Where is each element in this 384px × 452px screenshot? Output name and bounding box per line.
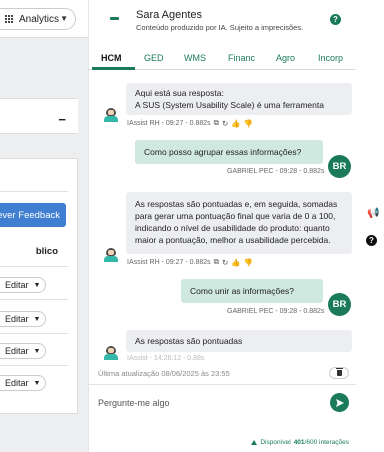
module-tabs: HCM GED WMS Financ Agro Incorp	[89, 50, 356, 70]
bot-avatar-icon	[103, 108, 119, 122]
user-message: Como posso agrupar essas informações?	[135, 140, 323, 164]
message-meta: IAssist RH - 09:27 - 0.882s ⧉ ↻ 👍 👎	[127, 118, 253, 128]
bot-message: Aqui está sua resposta: A SUS (System Us…	[126, 83, 352, 115]
minimize-icon[interactable]	[110, 17, 119, 20]
chevron-down-icon: ▼	[33, 379, 41, 387]
user-message: Como unir as informações?	[181, 279, 323, 303]
copy-icon[interactable]: ⧉	[214, 257, 219, 267]
tab-agro[interactable]: Agro	[276, 53, 295, 63]
message-meta-text: IAssist RH - 09:27 - 0.882s	[127, 258, 211, 266]
message-line: As respostas são pontuadas e, em seguida…	[135, 199, 338, 209]
message-line: As respostas são pontuadas	[135, 336, 243, 346]
chevron-down-icon: ▼	[33, 347, 41, 355]
tab-financ[interactable]: Financ	[228, 53, 255, 63]
message-line: indicando o nível de usabilidade do prod…	[135, 223, 330, 233]
chat-panel: Sara Agentes Conteúdo produzido por IA. …	[88, 0, 356, 452]
edit-button[interactable]: Editar ▼	[0, 375, 46, 391]
chevron-down-icon: ▼	[60, 14, 68, 23]
message-meta-text: IAssist RH - 09:27 - 0.882s	[127, 119, 211, 127]
bot-avatar-icon	[103, 248, 119, 262]
divider	[0, 333, 68, 334]
bot-avatar-icon	[103, 346, 119, 360]
message-meta: GABRIEL PEC - 09:28 - 0.882s	[227, 308, 325, 315]
collapse-icon[interactable]: −	[58, 112, 66, 127]
bot-message: As respostas são pontuadas	[126, 330, 352, 352]
thumbs-up-icon[interactable]: 👍	[231, 119, 240, 128]
background-app: Analytics ▼ − rever Feedback blico Edita…	[0, 0, 90, 452]
refresh-icon[interactable]: ↻	[222, 258, 228, 267]
chat-title: Sara Agentes	[136, 9, 203, 21]
send-icon	[335, 398, 344, 407]
copy-icon[interactable]: ⧉	[214, 118, 219, 128]
chat-messages[interactable]: Aqui está sua resposta: A SUS (System Us…	[89, 72, 356, 362]
message-meta: IAssist RH - 09:27 - 0.882s ⧉ ↻ 👍 👎	[127, 257, 253, 267]
trash-icon	[335, 368, 343, 376]
chevron-down-icon: ▼	[33, 281, 41, 289]
message-meta: IAssist - 14:26:12 - 0.88s	[127, 355, 205, 362]
refresh-icon[interactable]: ↻	[222, 119, 228, 128]
column-header: blico	[35, 246, 58, 257]
tab-wms[interactable]: WMS	[184, 53, 206, 63]
send-button[interactable]	[330, 393, 349, 412]
thumbs-down-icon[interactable]: 👎	[244, 258, 253, 267]
active-tab-indicator	[92, 67, 135, 70]
avatar: BR	[328, 155, 351, 178]
divider	[0, 191, 68, 192]
help-icon[interactable]: ?	[366, 235, 377, 246]
chat-subtitle: Conteúdo produzido por IA. Sujeito a imp…	[136, 23, 304, 32]
availability-icon	[251, 440, 258, 445]
analytics-selector[interactable]: Analytics ▼	[0, 8, 76, 30]
divider	[0, 266, 68, 267]
right-toolbar: 📢 ?	[355, 0, 384, 452]
chat-header: Sara Agentes Conteúdo produzido por IA. …	[89, 0, 356, 40]
message-line: Como posso agrupar essas informações?	[144, 147, 302, 157]
tab-ged[interactable]: GED	[144, 53, 164, 63]
edit-button[interactable]: Editar ▼	[0, 311, 46, 327]
tab-hcm[interactable]: HCM	[101, 53, 122, 63]
help-icon[interactable]: ?	[330, 14, 341, 25]
thumbs-down-icon[interactable]: 👎	[244, 119, 253, 128]
chevron-down-icon: ▼	[33, 315, 41, 323]
status-suffix: /600 interações	[304, 439, 349, 446]
tab-incorp[interactable]: Incorp	[318, 53, 343, 63]
edit-button-label: Editar	[5, 280, 29, 290]
analytics-selector-label: Analytics	[19, 13, 60, 25]
edit-button-label: Editar	[5, 314, 29, 324]
usage-status: Disponível 401/600 interações	[251, 439, 349, 446]
bot-message: As respostas são pontuadas e, em seguida…	[126, 192, 352, 254]
clear-chat-button[interactable]	[329, 367, 349, 379]
background-card: −	[0, 98, 78, 134]
message-input[interactable]	[89, 388, 319, 418]
message-line: Aqui está sua resposta:	[135, 88, 224, 98]
divider	[0, 365, 68, 366]
background-topbar: Analytics ▼	[0, 0, 90, 38]
divider	[0, 299, 68, 300]
message-line: para gerar uma pontuação final que varia…	[135, 211, 336, 221]
grid-icon	[5, 14, 14, 24]
edit-button[interactable]: Editar ▼	[0, 343, 46, 359]
message-line: A SUS (System Usability Scale) é uma fer…	[135, 100, 324, 110]
edit-button[interactable]: Editar ▼	[0, 277, 46, 293]
message-line: Como unir as informações?	[190, 286, 294, 296]
message-composer: Disponível 401/600 interações	[89, 384, 356, 452]
last-updated: Última atualização 08/06/2025 às 23:55	[98, 369, 230, 378]
edit-button-label: Editar	[5, 378, 29, 388]
status-prefix: Disponível	[260, 439, 291, 446]
edit-button-label: Editar	[5, 346, 29, 356]
message-meta: GABRIEL PEC - 09:28 - 0.882s	[227, 168, 325, 175]
thumbs-up-icon[interactable]: 👍	[231, 258, 240, 267]
megaphone-icon[interactable]: 📢	[367, 208, 379, 219]
status-used: 401	[293, 439, 305, 446]
avatar: BR	[328, 293, 351, 316]
message-line: maior a pontuação, melhor a usabilidade …	[135, 235, 331, 245]
feedback-button[interactable]: rever Feedback	[0, 203, 66, 227]
